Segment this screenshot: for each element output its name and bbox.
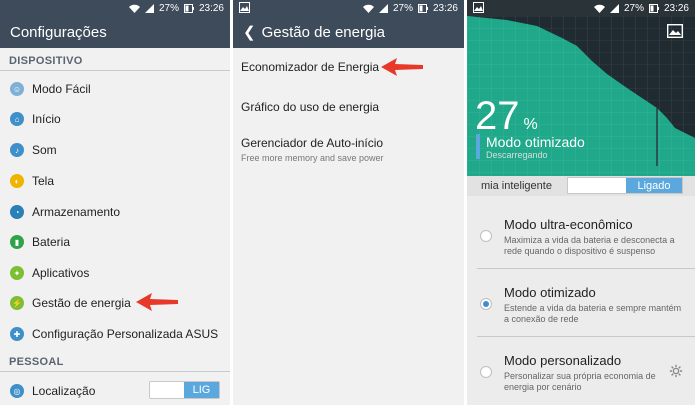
settings-item-home[interactable]: ⌂ Início xyxy=(0,105,230,133)
settings-item-label: Modo Fácil xyxy=(32,82,91,96)
status-bar: 27% 23:26 xyxy=(0,0,230,16)
battery-percent: 27% xyxy=(623,2,644,14)
mode-indicator-bar xyxy=(476,134,480,159)
wifi-icon xyxy=(362,4,374,13)
battery-level-graph: 27% Modo otimizado Descarregando xyxy=(467,16,695,176)
section-header-personal: PESSOAL xyxy=(9,356,64,368)
arrow-pointer-icon xyxy=(381,58,423,76)
item-title: Gráfico do uso de energia xyxy=(241,100,380,114)
charging-state: Descarregando xyxy=(486,150,548,160)
percent-sign: % xyxy=(523,116,538,133)
clock: 23:26 xyxy=(663,2,689,14)
power-management-icon: ⚡ xyxy=(10,296,24,310)
arrow-pointer-icon xyxy=(136,293,178,311)
auto-start-manager-item[interactable]: Gerenciador de Auto-início Free more mem… xyxy=(241,136,456,163)
smart-saving-row: mia inteligente Ligado xyxy=(467,176,695,196)
section-header-device: DISPOSITIVO xyxy=(9,55,83,67)
settings-item-battery[interactable]: ▮ Bateria xyxy=(0,228,230,256)
status-bar: 27% 23:26 xyxy=(467,0,695,16)
battery-percent: 27% xyxy=(158,2,179,14)
divider xyxy=(0,371,230,372)
home-icon: ⌂ xyxy=(10,112,24,126)
settings-item-label: Localização xyxy=(32,384,96,398)
current-mode-title: Modo otimizado xyxy=(486,134,585,150)
radio-custom[interactable] xyxy=(480,366,492,378)
option-custom[interactable]: Modo personalizado Personalizar sua próp… xyxy=(467,336,695,404)
gallery-icon[interactable] xyxy=(667,24,683,38)
battery-icon xyxy=(183,3,194,13)
settings-item-label: Início xyxy=(32,112,61,126)
item-title: Economizador de Energia xyxy=(241,60,380,74)
option-title: Modo ultra-econômico xyxy=(504,217,633,232)
gear-icon[interactable] xyxy=(669,364,683,378)
wifi-icon xyxy=(593,4,605,13)
app-bar: Configurações xyxy=(0,16,230,48)
smart-saving-label: mia inteligente xyxy=(481,180,552,192)
settings-item-label: Bateria xyxy=(32,235,71,249)
brightness-icon: ◐ xyxy=(10,174,24,188)
settings-item-power-management[interactable]: ⚡ Gestão de energia xyxy=(0,289,230,317)
smart-saving-toggle-on: Ligado xyxy=(626,178,682,193)
smart-saving-toggle[interactable]: Ligado xyxy=(567,177,683,194)
asus-custom-icon: ✚ xyxy=(10,327,24,341)
option-optimized[interactable]: Modo otimizado Estende a vida da bateria… xyxy=(467,268,695,336)
settings-item-asus-custom[interactable]: ✚ Configuração Personalizada ASUS xyxy=(0,320,230,348)
battery-percent-large: 27% xyxy=(475,94,538,139)
divider xyxy=(0,70,230,71)
battery-icon xyxy=(648,3,659,13)
option-description: Maximiza a vida da bateria e desconecta … xyxy=(504,235,675,256)
power-management-panel: 27% 23:26 ❮ Gestão de energia Economizad… xyxy=(233,0,464,405)
settings-item-label: Som xyxy=(32,143,57,157)
signal-icon xyxy=(144,3,154,13)
page-title: Configurações xyxy=(10,23,107,41)
option-description: Personalizar sua própria economia de ene… xyxy=(504,371,656,392)
clock: 23:26 xyxy=(198,2,224,14)
radio-optimized[interactable] xyxy=(480,298,492,310)
location-toggle-on: LIG xyxy=(184,382,219,398)
option-title: Modo personalizado xyxy=(504,353,622,368)
settings-item-sound[interactable]: ♪ Som xyxy=(0,136,230,164)
battery-percent: 27% xyxy=(392,2,413,14)
wifi-icon xyxy=(128,4,140,13)
settings-item-label: Configuração Personalizada ASUS xyxy=(32,327,219,341)
settings-item-label: Armazenamento xyxy=(32,205,121,219)
battery-icon xyxy=(417,3,428,13)
settings-item-label: Gestão de energia xyxy=(32,296,131,310)
location-icon: ◎ xyxy=(10,384,24,398)
settings-item-apps[interactable]: ✦ Aplicativos xyxy=(0,259,230,287)
settings-item-display[interactable]: ◐ Tela xyxy=(0,167,230,195)
radio-ultra-saving[interactable] xyxy=(480,230,492,242)
power-saver-item[interactable]: Economizador de Energia xyxy=(241,60,456,74)
easy-mode-icon: ☺ xyxy=(10,82,24,96)
location-toggle[interactable]: LIG xyxy=(149,381,220,399)
signal-icon xyxy=(378,3,388,13)
page-title: Gestão de energia xyxy=(261,23,385,41)
speaker-icon: ♪ xyxy=(10,143,24,157)
image-notification-icon xyxy=(239,2,250,13)
option-ultra-saving[interactable]: Modo ultra-econômico Maximiza a vida da … xyxy=(467,200,695,268)
clock: 23:26 xyxy=(432,2,458,14)
item-title: Gerenciador de Auto-início xyxy=(241,136,384,150)
settings-item-label: Tela xyxy=(32,174,55,188)
battery-icon: ▮ xyxy=(10,235,24,249)
app-bar: ❮ Gestão de energia xyxy=(233,16,464,48)
settings-item-easy-mode[interactable]: ☺ Modo Fácil xyxy=(0,75,230,103)
signal-icon xyxy=(609,3,619,13)
status-bar: 27% 23:26 xyxy=(233,0,464,16)
image-notification-icon xyxy=(473,2,484,13)
option-description: Estende a vida da bateria e sempre manté… xyxy=(504,303,682,324)
settings-item-label: Aplicativos xyxy=(32,266,90,280)
battery-percent-value: 27 xyxy=(475,94,520,138)
option-title: Modo otimizado xyxy=(504,285,596,300)
back-arrow-icon[interactable]: ❮ xyxy=(243,23,256,41)
apps-icon: ✦ xyxy=(10,266,24,280)
item-subtitle: Free more memory and save power xyxy=(241,153,384,163)
settings-item-storage[interactable]: ◔ Armazenamento xyxy=(0,198,230,226)
power-usage-chart-item[interactable]: Gráfico do uso de energia xyxy=(241,100,456,114)
storage-icon: ◔ xyxy=(10,205,24,219)
power-saver-panel: 27% 23:26 27% Modo otimizado Descarregan… xyxy=(467,0,695,405)
settings-panel: 27% 23:26 Configurações DISPOSITIVO ☺ Mo… xyxy=(0,0,230,405)
